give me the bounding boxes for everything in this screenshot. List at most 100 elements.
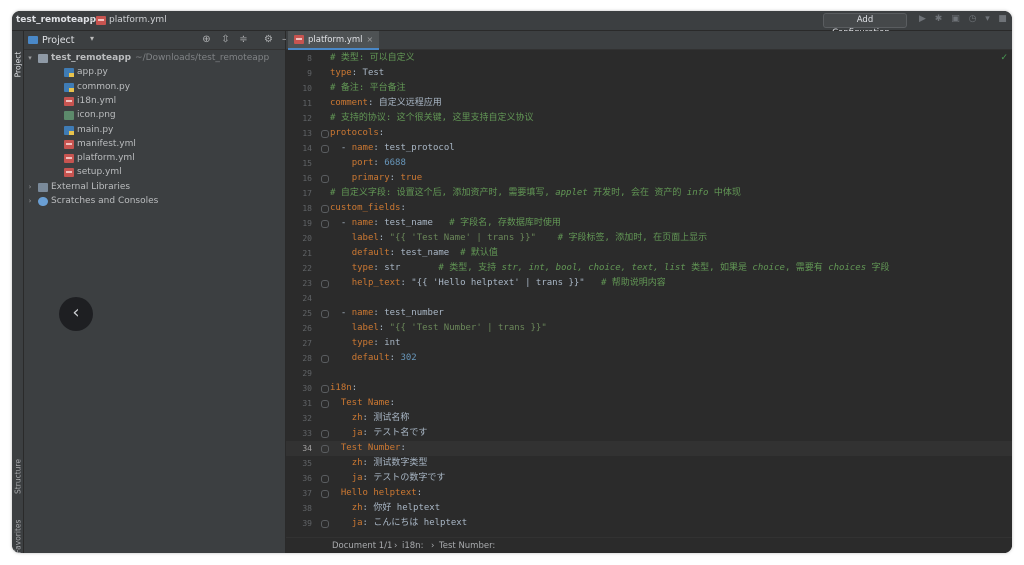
stop-icon[interactable]: ■ xyxy=(998,15,1007,24)
code-line[interactable]: # 自定义字段: 设置这个后, 添加资产时, 需要填写, applet 开发时,… xyxy=(330,186,1010,201)
code-line[interactable]: i18n: xyxy=(330,381,1010,396)
tree-item[interactable]: app.py xyxy=(24,65,285,79)
code-line[interactable]: label: "{{ 'Test Name' | trans }}" # 字段标… xyxy=(330,231,1010,246)
tool-window-project[interactable]: Project xyxy=(13,37,24,93)
fold-marker-icon[interactable] xyxy=(321,430,329,438)
line-number[interactable]: 29 xyxy=(286,366,312,381)
code-line[interactable]: Test Number: xyxy=(330,441,1010,456)
code-line[interactable]: zh: 你好 helptext xyxy=(330,501,1010,516)
code-line[interactable]: ja: テストの数字です xyxy=(330,471,1010,486)
fold-marker-icon[interactable] xyxy=(321,130,329,138)
fold-marker-icon[interactable] xyxy=(321,145,329,153)
code-line[interactable]: zh: 测试数字类型 xyxy=(330,456,1010,471)
code-line[interactable]: zh: 测试名称 xyxy=(330,411,1010,426)
code-line[interactable]: port: 6688 xyxy=(330,156,1010,171)
locate-icon[interactable]: ⊕ xyxy=(201,34,212,46)
line-number[interactable]: 14 xyxy=(286,141,312,156)
breadcrumb-project[interactable]: test_remoteapp xyxy=(16,14,96,27)
tree-item[interactable]: › External Libraries xyxy=(24,180,285,194)
line-number[interactable]: 15 xyxy=(286,156,312,171)
run-icon[interactable]: ▶ xyxy=(918,15,927,24)
code-line[interactable]: ja: こんにちは helptext xyxy=(330,516,1010,531)
tree-item[interactable]: i18n.yml xyxy=(24,94,285,108)
chevron-right-icon[interactable]: › xyxy=(26,180,34,194)
line-number[interactable]: 27 xyxy=(286,336,312,351)
fold-marker-icon[interactable] xyxy=(321,520,329,528)
fold-marker-icon[interactable] xyxy=(321,385,329,393)
fold-marker-icon[interactable] xyxy=(321,280,329,288)
line-number[interactable]: 35 xyxy=(286,456,312,471)
line-number[interactable]: 31 xyxy=(286,396,312,411)
line-number[interactable]: 36 xyxy=(286,471,312,486)
line-number[interactable]: 19 xyxy=(286,216,312,231)
code-line[interactable]: # 类型: 可以自定义 xyxy=(330,51,1010,66)
code-line[interactable] xyxy=(330,366,1010,381)
status-crumb-i18n[interactable]: i18n: xyxy=(402,538,423,553)
tree-item[interactable]: platform.yml xyxy=(24,151,285,165)
code-line[interactable]: ja: テスト名です xyxy=(330,426,1010,441)
line-number[interactable]: 9 xyxy=(286,66,312,81)
tool-window-structure[interactable]: Structure xyxy=(13,449,24,505)
line-number[interactable]: 25 xyxy=(286,306,312,321)
chevron-down-icon[interactable]: ▾ xyxy=(26,51,34,65)
line-number[interactable]: 22 xyxy=(286,261,312,276)
line-number[interactable]: 18 xyxy=(286,201,312,216)
fold-marker-icon[interactable] xyxy=(321,175,329,183)
code-line[interactable]: type: int xyxy=(330,336,1010,351)
tree-item[interactable]: icon.png xyxy=(24,108,285,122)
profile-icon[interactable]: ◷ xyxy=(968,15,977,24)
code-line[interactable]: custom_fields: xyxy=(330,201,1010,216)
breadcrumb-file[interactable]: platform.yml xyxy=(96,14,167,27)
line-number[interactable]: 11 xyxy=(286,96,312,111)
close-icon[interactable]: × xyxy=(367,35,374,44)
line-number[interactable]: 13 xyxy=(286,126,312,141)
code-line[interactable]: primary: true xyxy=(330,171,1010,186)
line-number[interactable]: 26 xyxy=(286,321,312,336)
line-number[interactable]: 39 xyxy=(286,516,312,531)
tree-item[interactable]: manifest.yml xyxy=(24,137,285,151)
coverage-icon[interactable]: ▣ xyxy=(951,15,960,24)
line-number[interactable]: 24 xyxy=(286,291,312,306)
code-line[interactable]: Test Name: xyxy=(330,396,1010,411)
code-line[interactable]: - name: test_protocol xyxy=(330,141,1010,156)
code-line[interactable]: comment: 自定义远程应用 xyxy=(330,96,1010,111)
back-button[interactable]: ‹ xyxy=(59,297,93,331)
line-number[interactable]: 30 xyxy=(286,381,312,396)
code-line[interactable]: default: test_name # 默认值 xyxy=(330,246,1010,261)
code-line[interactable]: default: 302 xyxy=(330,351,1010,366)
chevron-down-icon[interactable]: ▾ xyxy=(90,34,94,43)
run-dropdown-icon[interactable]: ▾ xyxy=(983,15,992,24)
status-crumb-test-number[interactable]: Test Number: xyxy=(439,538,495,553)
debug-icon[interactable]: ✱ xyxy=(934,15,943,24)
line-number[interactable]: 8 xyxy=(286,51,312,66)
tab-platform-yml[interactable]: platform.yml × xyxy=(288,31,380,50)
status-document[interactable]: Document 1/1 xyxy=(332,538,392,553)
line-number[interactable]: 34 xyxy=(286,441,312,456)
line-number[interactable]: 23 xyxy=(286,276,312,291)
line-number[interactable]: 10 xyxy=(286,81,312,96)
code-line[interactable]: # 备注: 平台备注 xyxy=(330,81,1010,96)
code-line[interactable]: protocols: xyxy=(330,126,1010,141)
expand-all-icon[interactable]: ⇳ xyxy=(220,34,231,46)
line-number[interactable]: 12 xyxy=(286,111,312,126)
code-line[interactable]: Hello helptext: xyxy=(330,486,1010,501)
fold-marker-icon[interactable] xyxy=(321,475,329,483)
line-number[interactable]: 33 xyxy=(286,426,312,441)
code-line[interactable]: - name: test_name # 字段名, 存数据库时使用 xyxy=(330,216,1010,231)
code-line[interactable]: - name: test_number xyxy=(330,306,1010,321)
chevron-right-icon[interactable]: › xyxy=(26,194,34,208)
gear-icon[interactable]: ⚙ xyxy=(263,34,274,46)
code-line[interactable] xyxy=(330,291,1010,306)
line-number[interactable]: 20 xyxy=(286,231,312,246)
fold-marker-icon[interactable] xyxy=(321,220,329,228)
line-number[interactable]: 38 xyxy=(286,501,312,516)
tool-window-favorites[interactable]: Favorites xyxy=(13,509,24,553)
line-number[interactable]: 16 xyxy=(286,171,312,186)
fold-marker-icon[interactable] xyxy=(321,205,329,213)
tree-item[interactable]: ▾ test_remoteapp ~/Downloads/test_remoteap… xyxy=(24,51,285,65)
code-line[interactable]: type: Test xyxy=(330,66,1010,81)
tree-item[interactable]: setup.yml xyxy=(24,165,285,179)
fold-marker-icon[interactable] xyxy=(321,445,329,453)
tree-item[interactable]: › Scratches and Consoles xyxy=(24,194,285,208)
code-line[interactable]: type: str # 类型, 支持 str, int, bool, choic… xyxy=(330,261,1010,276)
